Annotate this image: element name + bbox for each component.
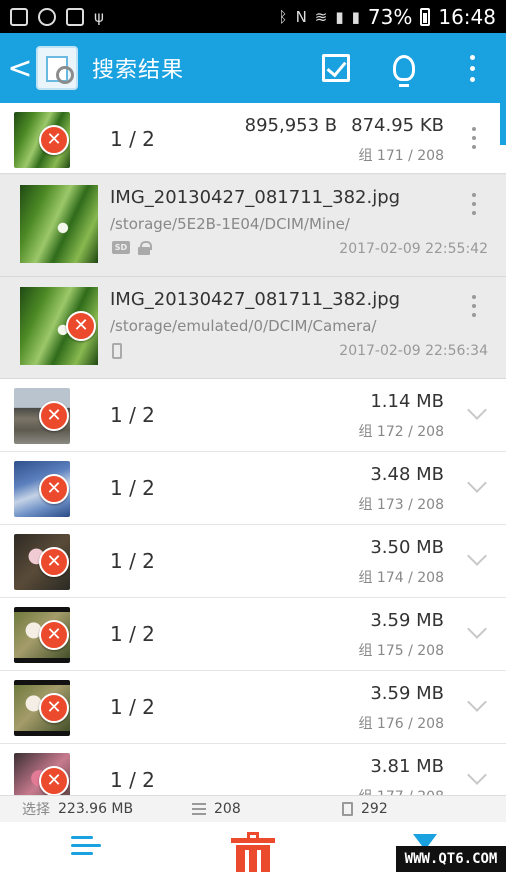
more-vert-icon [469, 54, 475, 82]
chevron-left-icon: < [7, 50, 33, 86]
file-thumbnail [20, 185, 98, 263]
chevron-down-icon[interactable] [467, 692, 487, 712]
sd-card-icon: SD [112, 241, 130, 254]
selected-size: 223.96 MB [58, 801, 134, 817]
group-menu-button[interactable] [472, 127, 476, 149]
delete-mark-icon[interactable]: ✕ [39, 474, 69, 504]
usb-icon: ψ [94, 7, 104, 26]
group-index: 组 177 / 208 [358, 786, 444, 795]
signal-icon: ▮ [335, 7, 344, 26]
gallery-notification-icon [10, 7, 28, 26]
delete-button[interactable] [213, 822, 293, 872]
group-count: 208 [214, 801, 241, 817]
clock: 16:48 [438, 4, 496, 29]
group-ratio: 1 / 2 [110, 695, 155, 719]
chevron-down-icon[interactable] [467, 765, 487, 785]
group-size: 3.59 MB [370, 683, 444, 704]
app-bar: < 搜索结果 [0, 33, 506, 103]
phone-storage-icon [112, 343, 122, 359]
group-row[interactable]: ✕ 1 / 2 3.81 MB 组 177 / 208 [0, 744, 506, 795]
file-count: 292 [361, 801, 388, 817]
group-ratio: 1 / 2 [110, 549, 155, 573]
file-menu-button[interactable] [472, 295, 476, 317]
group-ratio: 1 / 2 [110, 403, 155, 427]
group-row[interactable]: ✕ 1 / 2 895,953 B 874.95 KB 组 171 / 208 [0, 103, 506, 175]
group-size: 3.48 MB [370, 464, 444, 485]
file-path: /storage/5E2B-1E04/DCIM/Mine/ [110, 215, 350, 233]
group-size: 3.59 MB [370, 610, 444, 631]
delete-mark-icon[interactable]: ✕ [39, 125, 69, 155]
lock-icon [138, 241, 152, 255]
app-notification-icon [66, 7, 84, 26]
chevron-down-icon[interactable] [467, 400, 487, 420]
lightbulb-icon [393, 55, 415, 87]
group-row[interactable]: ✕ 1 / 2 3.50 MB 组 174 / 208 [0, 525, 506, 598]
file-path: /storage/emulated/0/DCIM/Camera/ [110, 317, 377, 335]
sort-button[interactable] [46, 822, 126, 872]
group-ratio: 1 / 2 [110, 127, 155, 151]
trash-icon [231, 830, 275, 872]
nfc-icon: N [295, 7, 307, 26]
selected-label: 选择 [22, 802, 50, 818]
group-size: 874.95 KB [351, 115, 444, 136]
checkbox-icon [322, 54, 350, 82]
group-row[interactable]: ✕ 1 / 2 3.48 MB 组 173 / 208 [0, 452, 506, 525]
group-row[interactable]: ✕ 1 / 2 3.59 MB 组 176 / 208 [0, 671, 506, 744]
delete-mark-icon[interactable]: ✕ [39, 620, 69, 650]
delete-mark-icon[interactable]: ✕ [66, 311, 96, 341]
battery-percent: 73% [367, 4, 413, 29]
battery-icon [420, 7, 431, 26]
file-name: IMG_20130427_081711_382.jpg [110, 289, 401, 310]
group-row[interactable]: ✕ 1 / 2 3.59 MB 组 175 / 208 [0, 598, 506, 671]
file-icon [342, 802, 353, 816]
chevron-down-icon[interactable] [467, 619, 487, 639]
group-ratio: 1 / 2 [110, 768, 155, 792]
file-date: 2017-02-09 22:56:34 [339, 343, 488, 359]
delete-mark-icon[interactable]: ✕ [39, 401, 69, 431]
file-date: 2017-02-09 22:55:42 [339, 241, 488, 257]
file-name: IMG_20130427_081711_382.jpg [110, 187, 401, 208]
group-ratio: 1 / 2 [110, 476, 155, 500]
selection-summary: 选择 223.96 MB 208 292 [0, 795, 506, 822]
group-index: 组 173 / 208 [358, 497, 444, 513]
file-menu-button[interactable] [472, 193, 476, 215]
delete-mark-icon[interactable]: ✕ [39, 766, 69, 795]
bottom-toolbar: WWW.QT6.COM [0, 822, 506, 872]
file-row[interactable]: IMG_20130427_081711_382.jpg /storage/5E2… [0, 175, 506, 277]
group-size: 3.50 MB [370, 537, 444, 558]
delete-mark-icon[interactable]: ✕ [39, 693, 69, 723]
sort-lines-icon [71, 834, 101, 858]
page-title: 搜索结果 [92, 58, 185, 83]
group-bytes: 895,953 B [244, 115, 338, 136]
group-row[interactable]: ✕ 1 / 2 1.14 MB 组 172 / 208 [0, 379, 506, 452]
blocked-notification-icon [38, 7, 56, 26]
back-button[interactable]: < [0, 51, 34, 86]
groups-icon [192, 803, 206, 815]
group-size: 3.81 MB [370, 756, 444, 777]
bluetooth-icon: ᛒ [278, 7, 288, 26]
smart-select-button[interactable] [370, 33, 438, 103]
group-ratio: 1 / 2 [110, 622, 155, 646]
app-logo-icon [36, 46, 78, 90]
signal-2-icon: ▮ [351, 7, 360, 26]
group-size: 1.14 MB [370, 391, 444, 412]
group-index: 组 175 / 208 [358, 643, 444, 659]
status-bar: ψ ᛒ N ≋ ▮ ▮ 73% 16:48 [0, 0, 506, 33]
group-index: 组 171 / 208 [358, 148, 444, 164]
overflow-menu-button[interactable] [438, 33, 506, 103]
select-all-button[interactable] [302, 33, 370, 103]
group-index: 组 174 / 208 [358, 570, 444, 586]
file-row[interactable]: ✕ IMG_20130427_081711_382.jpg /storage/e… [0, 277, 506, 379]
duplicate-groups-list[interactable]: ✕ 1 / 2 895,953 B 874.95 KB 组 171 / 208 I… [0, 103, 506, 795]
watermark: WWW.QT6.COM [396, 846, 506, 872]
group-index: 组 172 / 208 [358, 424, 444, 440]
chevron-down-icon[interactable] [467, 473, 487, 493]
group-index: 组 176 / 208 [358, 716, 444, 732]
wifi-icon: ≋ [314, 7, 328, 26]
delete-mark-icon[interactable]: ✕ [39, 547, 69, 577]
chevron-down-icon[interactable] [467, 546, 487, 566]
